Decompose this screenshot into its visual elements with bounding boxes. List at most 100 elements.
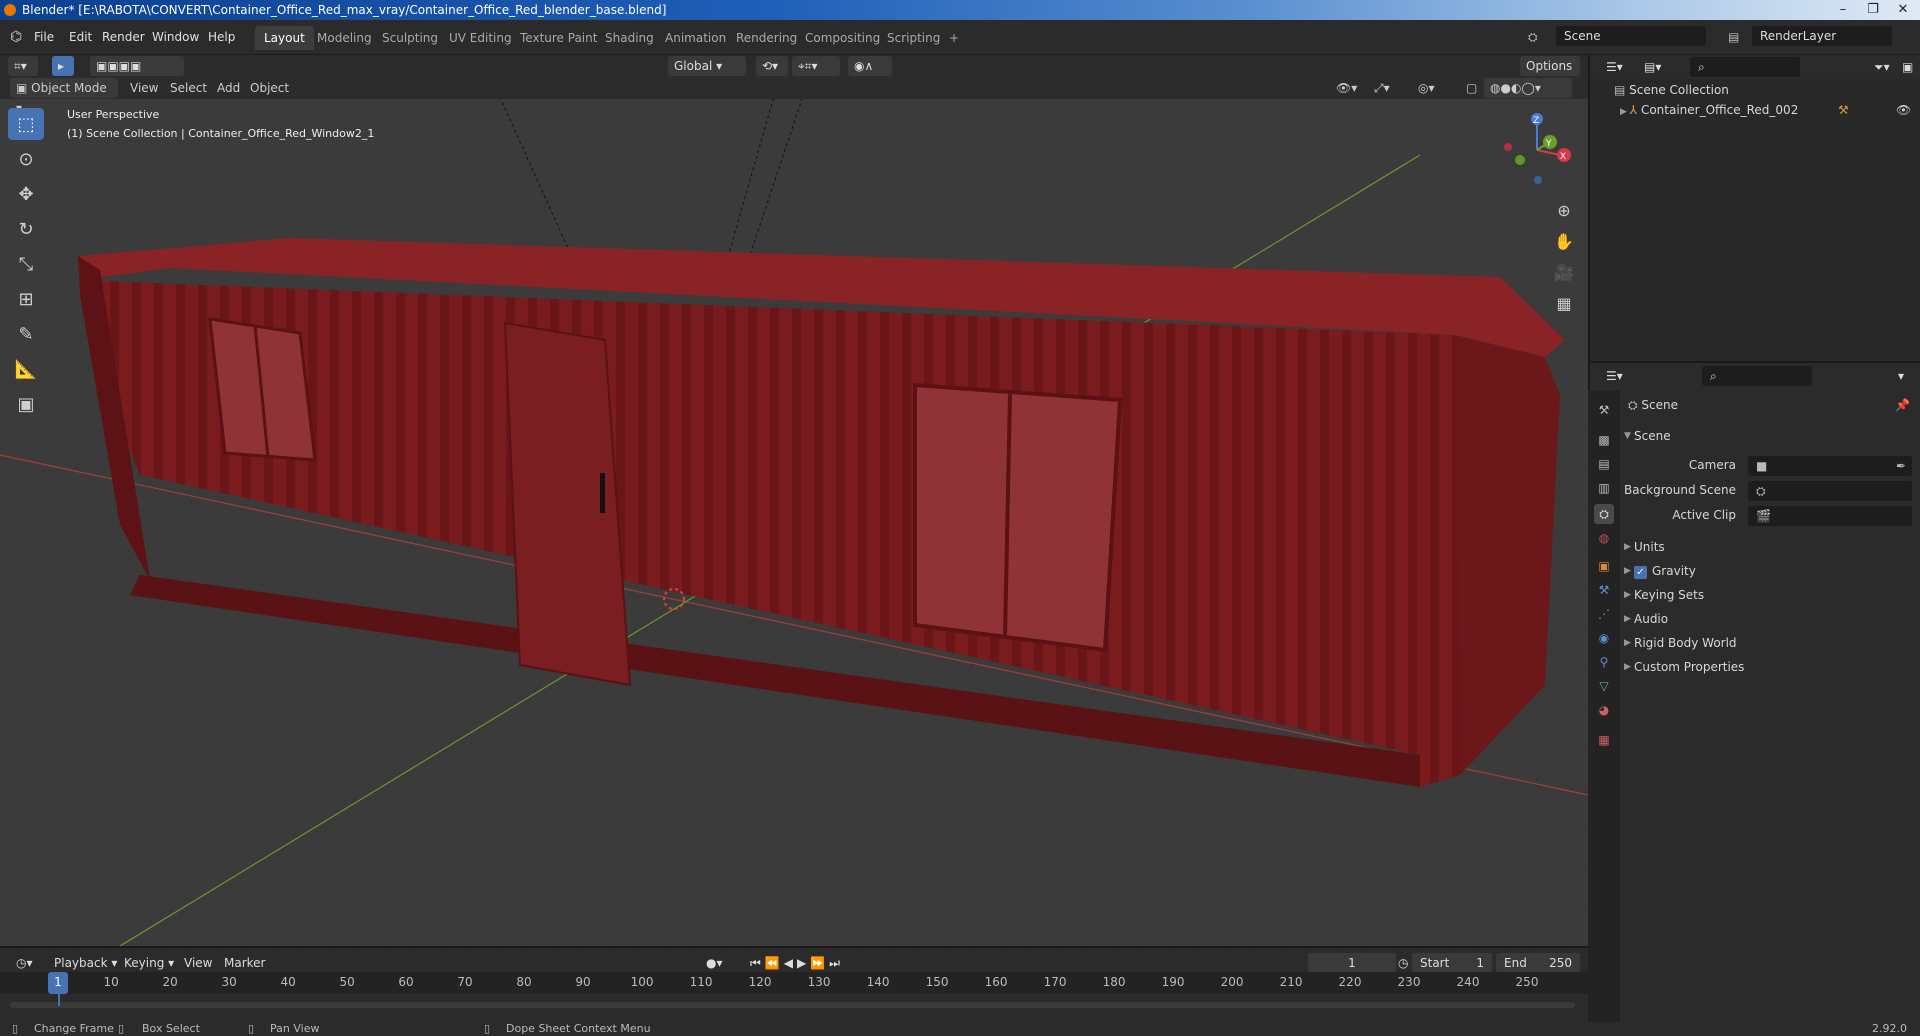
- gizmo-toggle-icon[interactable]: ⤢▾: [1368, 78, 1396, 98]
- menu-add[interactable]: Add: [211, 78, 246, 98]
- view-layer-tab-icon[interactable]: ▥: [1594, 478, 1614, 498]
- menu-object[interactable]: Object: [244, 78, 295, 98]
- particles-tab-icon[interactable]: ⋰: [1594, 604, 1614, 624]
- panel-units[interactable]: ▶ Units: [1620, 536, 1920, 558]
- start-frame-field[interactable]: Start 1: [1412, 953, 1492, 973]
- rotate-tool-icon[interactable]: ↻: [8, 213, 44, 245]
- outliner-row-scene-collection[interactable]: ▤ Scene Collection: [1614, 83, 1729, 97]
- menu-keying[interactable]: Keying ▾: [118, 953, 180, 973]
- editor-type-icon[interactable]: ⌗▾: [8, 56, 38, 76]
- timeline-editor-icon[interactable]: ◷▾: [10, 953, 39, 973]
- menu-help[interactable]: Help: [208, 28, 235, 46]
- playback-controls[interactable]: ⏮⏪◀▶⏩⏭: [744, 953, 850, 973]
- material-tab-icon[interactable]: ◕: [1594, 700, 1614, 720]
- cursor-tool-icon[interactable]: ⊙: [8, 143, 44, 175]
- add-cube-tool-icon[interactable]: ▣: [8, 388, 44, 420]
- visibility-icon[interactable]: 👁▾: [1330, 78, 1363, 98]
- gravity-checkbox[interactable]: ✓: [1634, 566, 1647, 579]
- ortho-grid-icon[interactable]: ▦: [1552, 288, 1576, 319]
- data-tab-icon[interactable]: ▽: [1594, 676, 1614, 696]
- object-tab-icon[interactable]: ▣: [1594, 556, 1614, 576]
- panel-keying-sets[interactable]: ▶ Keying Sets: [1620, 584, 1920, 606]
- constraints-tab-icon[interactable]: ⚲: [1594, 652, 1614, 672]
- minimize-button[interactable]: –: [1828, 0, 1858, 20]
- xray-icon[interactable]: ▢: [1460, 78, 1483, 98]
- panel-rigid-body-world[interactable]: ▶ Rigid Body World: [1620, 632, 1920, 654]
- current-frame-field[interactable]: 1: [1308, 953, 1396, 973]
- pin-icon[interactable]: 📌: [1895, 398, 1910, 412]
- new-collection-icon[interactable]: ▣: [1896, 57, 1919, 77]
- display-mode-icon[interactable]: ▤▾: [1638, 57, 1667, 77]
- tab-rendering[interactable]: Rendering: [727, 26, 806, 50]
- snap-icon[interactable]: ⌖⌗▾: [792, 56, 840, 76]
- tab-modeling[interactable]: Modeling: [308, 26, 381, 50]
- tab-scripting[interactable]: Scripting: [878, 26, 949, 50]
- tool-tab-icon[interactable]: ⚒: [1594, 400, 1614, 420]
- add-workspace-button[interactable]: +: [940, 26, 968, 50]
- menu-window[interactable]: Window: [152, 28, 199, 46]
- tab-animation[interactable]: Animation: [656, 26, 735, 50]
- camera-view-icon[interactable]: 🎥: [1552, 257, 1576, 288]
- properties-search-input[interactable]: ⌕: [1702, 366, 1812, 386]
- outliner-search-input[interactable]: ⌕: [1690, 57, 1800, 77]
- select-tool-icon[interactable]: ▸: [52, 56, 74, 76]
- transform-orientation[interactable]: Global ▾: [668, 56, 746, 76]
- properties-editor-icon[interactable]: ☰▾: [1600, 366, 1629, 386]
- tab-uv-editing[interactable]: UV Editing: [440, 26, 521, 50]
- physics-tab-icon[interactable]: ◉: [1594, 628, 1614, 648]
- close-button[interactable]: ✕: [1888, 0, 1918, 20]
- options-button[interactable]: Options: [1520, 56, 1580, 76]
- blender-menu-icon[interactable]: ⌬: [10, 28, 22, 46]
- view-layer-selector[interactable]: RenderLayer: [1752, 26, 1892, 46]
- select-mode-icons[interactable]: ▣▣▣▣: [90, 56, 184, 76]
- eyedropper-icon[interactable]: ✒: [1896, 456, 1906, 476]
- tab-compositing[interactable]: Compositing: [796, 26, 889, 50]
- proportional-edit-icon[interactable]: ◉∧: [848, 56, 892, 76]
- tab-layout[interactable]: Layout: [255, 26, 314, 50]
- tab-shading[interactable]: Shading: [596, 26, 663, 50]
- scene-selector[interactable]: Scene: [1556, 26, 1706, 46]
- scale-tool-icon[interactable]: ⤡: [8, 248, 44, 280]
- timeline-menu-view[interactable]: View: [178, 953, 218, 973]
- record-icon[interactable]: ●▾: [700, 953, 729, 973]
- measure-tool-icon[interactable]: 📐: [8, 353, 44, 385]
- panel-custom-properties[interactable]: ▶ Custom Properties: [1620, 656, 1920, 678]
- world-tab-icon[interactable]: ◍: [1594, 528, 1614, 548]
- expand-arrow-icon[interactable]: ▶: [1620, 107, 1630, 117]
- 3d-viewport[interactable]: Z X Y ⌗▾ ▸ ▣▣▣▣ Global ▾ ⟲▾ ⌖⌗▾ ◉∧ Optio…: [0, 55, 1588, 946]
- outliner-editor-icon[interactable]: ☰▾: [1600, 57, 1629, 77]
- menu-playback[interactable]: Playback ▾: [48, 953, 123, 973]
- eye-icon[interactable]: 👁: [1896, 103, 1911, 117]
- transform-tool-icon[interactable]: ⊞: [8, 283, 44, 315]
- render-tab-icon[interactable]: ▩: [1594, 430, 1614, 450]
- pivot-icon[interactable]: ⟲▾: [756, 56, 788, 76]
- tab-sculpting[interactable]: Sculpting: [373, 26, 447, 50]
- output-tab-icon[interactable]: ▤: [1594, 454, 1614, 474]
- background-scene-field[interactable]: ⛭: [1748, 481, 1912, 501]
- panel-audio[interactable]: ▶ Audio: [1620, 608, 1920, 630]
- tab-texture-paint[interactable]: Texture Paint: [511, 26, 606, 50]
- maximize-button[interactable]: ❐: [1858, 0, 1888, 20]
- zoom-icon[interactable]: ⊕: [1552, 195, 1576, 226]
- active-clip-field[interactable]: 🎬: [1748, 506, 1912, 526]
- properties-options-icon[interactable]: ▾: [1892, 366, 1910, 386]
- annotate-tool-icon[interactable]: ✎: [8, 318, 44, 350]
- menu-file[interactable]: File: [34, 28, 54, 46]
- camera-field[interactable]: ■ ✒: [1748, 456, 1912, 476]
- scene-tab-icon[interactable]: ⛭: [1594, 504, 1614, 524]
- outliner-row-object[interactable]: ▶ ⅄ Container_Office_Red_002 ⚒ 👁: [1620, 103, 1916, 117]
- panel-gravity[interactable]: ▶ ✓ Gravity: [1620, 560, 1920, 582]
- overlay-icon[interactable]: ◎▾: [1412, 78, 1441, 98]
- menu-view[interactable]: View: [124, 78, 164, 98]
- move-tool-icon[interactable]: ✥: [8, 178, 44, 210]
- modifier-tab-icon[interactable]: ⚒: [1594, 580, 1614, 600]
- menu-select[interactable]: Select: [164, 78, 213, 98]
- panel-scene[interactable]: ▼ Scene: [1620, 425, 1920, 447]
- menu-render[interactable]: Render: [102, 28, 145, 46]
- end-frame-field[interactable]: End 250: [1496, 953, 1580, 973]
- mode-selector[interactable]: ▣ Object Mode ▾: [10, 78, 118, 115]
- timeline-scrollbar[interactable]: [10, 1002, 1575, 1008]
- select-box-tool-icon[interactable]: ⬚: [8, 108, 44, 140]
- menu-marker[interactable]: Marker: [218, 953, 271, 973]
- pan-hand-icon[interactable]: ✋: [1552, 226, 1576, 257]
